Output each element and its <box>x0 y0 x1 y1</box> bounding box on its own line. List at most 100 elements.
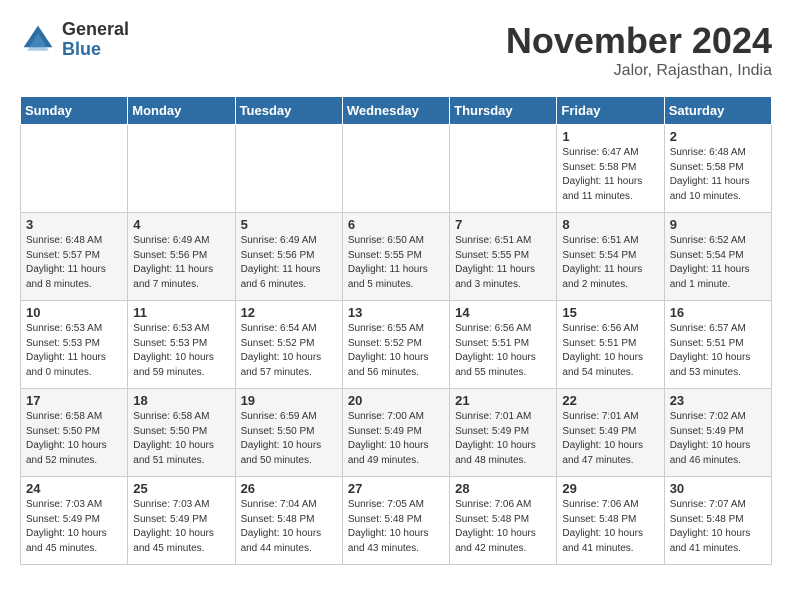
day-number: 18 <box>133 393 229 408</box>
calendar-day <box>342 125 449 213</box>
calendar-day: 8Sunrise: 6:51 AM Sunset: 5:54 PM Daylig… <box>557 213 664 301</box>
day-number: 7 <box>455 217 551 232</box>
day-number: 1 <box>562 129 658 144</box>
day-number: 6 <box>348 217 444 232</box>
calendar-day: 6Sunrise: 6:50 AM Sunset: 5:55 PM Daylig… <box>342 213 449 301</box>
day-info: Sunrise: 7:07 AM Sunset: 5:48 PM Dayligh… <box>670 498 766 556</box>
page-header: General Blue November 2024 Jalor, Rajast… <box>20 20 772 80</box>
day-info: Sunrise: 7:05 AM Sunset: 5:48 PM Dayligh… <box>348 498 444 556</box>
day-number: 20 <box>348 393 444 408</box>
day-number: 12 <box>241 305 337 320</box>
day-number: 29 <box>562 481 658 496</box>
calendar-day <box>21 125 128 213</box>
day-number: 24 <box>26 481 122 496</box>
day-info: Sunrise: 6:58 AM Sunset: 5:50 PM Dayligh… <box>26 410 122 468</box>
calendar-day: 5 Sunrise: 6:49 AM Sunset: 5:56 PM Daylig… <box>235 213 342 301</box>
calendar-day: 1 Sunrise: 6:47 AM Sunset: 5:58 PM Daylig… <box>557 125 664 213</box>
calendar-day: 20 Sunrise: 7:00 AM Sunset: 5:49 PM Dayli… <box>342 389 449 477</box>
calendar-week: 24 Sunrise: 7:03 AM Sunset: 5:49 PM Dayli… <box>21 477 772 565</box>
calendar-day: 29 Sunrise: 7:06 AM Sunset: 5:48 PM Dayli… <box>557 477 664 565</box>
day-info: Sunrise: 7:04 AM Sunset: 5:48 PM Dayligh… <box>241 498 337 556</box>
day-number: 3 <box>26 217 122 232</box>
calendar-week: 17 Sunrise: 6:58 AM Sunset: 5:50 PM Dayli… <box>21 389 772 477</box>
day-number: 17 <box>26 393 122 408</box>
day-info: Sunrise: 6:58 AM Sunset: 5:50 PM Dayligh… <box>133 410 229 468</box>
day-info: Sunrise: 6:52 AM Sunset: 5:54 PM Dayligh… <box>670 234 766 292</box>
calendar-week: 3 Sunrise: 6:48 AM Sunset: 5:57 PM Daylig… <box>21 213 772 301</box>
day-number: 16 <box>670 305 766 320</box>
day-info: Sunrise: 7:06 AM Sunset: 5:48 PM Dayligh… <box>562 498 658 556</box>
day-info: Sunrise: 6:49 AM Sunset: 5:56 PM Dayligh… <box>133 234 229 292</box>
day-info: Sunrise: 6:53 AM Sunset: 5:53 PM Dayligh… <box>133 322 229 380</box>
day-number: 14 <box>455 305 551 320</box>
day-number: 28 <box>455 481 551 496</box>
weekday-header: Friday <box>557 97 664 125</box>
day-info: Sunrise: 7:03 AM Sunset: 5:49 PM Dayligh… <box>26 498 122 556</box>
calendar-day <box>128 125 235 213</box>
calendar-day: 30 Sunrise: 7:07 AM Sunset: 5:48 PM Dayli… <box>664 477 771 565</box>
day-info: Sunrise: 6:54 AM Sunset: 5:52 PM Dayligh… <box>241 322 337 380</box>
day-info: Sunrise: 7:03 AM Sunset: 5:49 PM Dayligh… <box>133 498 229 556</box>
calendar-day: 14 Sunrise: 6:56 AM Sunset: 5:51 PM Dayli… <box>450 301 557 389</box>
calendar-day: 4 Sunrise: 6:49 AM Sunset: 5:56 PM Daylig… <box>128 213 235 301</box>
day-info: Sunrise: 6:48 AM Sunset: 5:57 PM Dayligh… <box>26 234 122 292</box>
day-number: 4 <box>133 217 229 232</box>
header-row: SundayMondayTuesdayWednesdayThursdayFrid… <box>21 97 772 125</box>
day-info: Sunrise: 7:01 AM Sunset: 5:49 PM Dayligh… <box>455 410 551 468</box>
day-number: 25 <box>133 481 229 496</box>
day-info: Sunrise: 6:49 AM Sunset: 5:56 PM Dayligh… <box>241 234 337 292</box>
day-number: 27 <box>348 481 444 496</box>
calendar-day: 11 Sunrise: 6:53 AM Sunset: 5:53 PM Dayli… <box>128 301 235 389</box>
day-info: Sunrise: 6:51 AM Sunset: 5:55 PM Dayligh… <box>455 234 551 292</box>
weekday-header: Tuesday <box>235 97 342 125</box>
day-number: 15 <box>562 305 658 320</box>
calendar-day: 3 Sunrise: 6:48 AM Sunset: 5:57 PM Daylig… <box>21 213 128 301</box>
day-info: Sunrise: 6:57 AM Sunset: 5:51 PM Dayligh… <box>670 322 766 380</box>
day-info: Sunrise: 6:56 AM Sunset: 5:51 PM Dayligh… <box>562 322 658 380</box>
calendar-week: 10 Sunrise: 6:53 AM Sunset: 5:53 PM Dayli… <box>21 301 772 389</box>
day-number: 2 <box>670 129 766 144</box>
calendar-day: 26Sunrise: 7:04 AM Sunset: 5:48 PM Dayli… <box>235 477 342 565</box>
logo-text: General Blue <box>62 20 129 60</box>
day-info: Sunrise: 7:01 AM Sunset: 5:49 PM Dayligh… <box>562 410 658 468</box>
weekday-header: Sunday <box>21 97 128 125</box>
weekday-header: Saturday <box>664 97 771 125</box>
weekday-header: Thursday <box>450 97 557 125</box>
day-number: 11 <box>133 305 229 320</box>
calendar-day: 27 Sunrise: 7:05 AM Sunset: 5:48 PM Dayli… <box>342 477 449 565</box>
day-info: Sunrise: 7:02 AM Sunset: 5:49 PM Dayligh… <box>670 410 766 468</box>
calendar-day: 22 Sunrise: 7:01 AM Sunset: 5:49 PM Dayli… <box>557 389 664 477</box>
calendar-day: 15 Sunrise: 6:56 AM Sunset: 5:51 PM Dayli… <box>557 301 664 389</box>
calendar-day: 24 Sunrise: 7:03 AM Sunset: 5:49 PM Dayli… <box>21 477 128 565</box>
day-number: 21 <box>455 393 551 408</box>
day-info: Sunrise: 6:59 AM Sunset: 5:50 PM Dayligh… <box>241 410 337 468</box>
calendar-day: 28 Sunrise: 7:06 AM Sunset: 5:48 PM Dayli… <box>450 477 557 565</box>
day-number: 30 <box>670 481 766 496</box>
calendar-day: 17 Sunrise: 6:58 AM Sunset: 5:50 PM Dayli… <box>21 389 128 477</box>
calendar-day: 18 Sunrise: 6:58 AM Sunset: 5:50 PM Dayli… <box>128 389 235 477</box>
day-info: Sunrise: 6:55 AM Sunset: 5:52 PM Dayligh… <box>348 322 444 380</box>
weekday-header: Monday <box>128 97 235 125</box>
day-info: Sunrise: 7:06 AM Sunset: 5:48 PM Dayligh… <box>455 498 551 556</box>
day-info: Sunrise: 6:53 AM Sunset: 5:53 PM Dayligh… <box>26 322 122 380</box>
day-number: 13 <box>348 305 444 320</box>
month-title: November 2024 <box>506 20 772 62</box>
calendar-week: 1 Sunrise: 6:47 AM Sunset: 5:58 PM Daylig… <box>21 125 772 213</box>
day-info: Sunrise: 6:47 AM Sunset: 5:58 PM Dayligh… <box>562 146 658 204</box>
logo: General Blue <box>20 20 129 60</box>
day-info: Sunrise: 7:00 AM Sunset: 5:49 PM Dayligh… <box>348 410 444 468</box>
day-number: 19 <box>241 393 337 408</box>
day-number: 10 <box>26 305 122 320</box>
calendar-day: 2Sunrise: 6:48 AM Sunset: 5:58 PM Daylig… <box>664 125 771 213</box>
day-number: 23 <box>670 393 766 408</box>
day-info: Sunrise: 6:51 AM Sunset: 5:54 PM Dayligh… <box>562 234 658 292</box>
calendar-day <box>450 125 557 213</box>
logo-icon <box>20 22 56 58</box>
calendar-day <box>235 125 342 213</box>
day-number: 22 <box>562 393 658 408</box>
day-number: 5 <box>241 217 337 232</box>
calendar-day: 10 Sunrise: 6:53 AM Sunset: 5:53 PM Dayli… <box>21 301 128 389</box>
title-block: November 2024 Jalor, Rajasthan, India <box>506 20 772 80</box>
day-info: Sunrise: 6:56 AM Sunset: 5:51 PM Dayligh… <box>455 322 551 380</box>
calendar-day: 16 Sunrise: 6:57 AM Sunset: 5:51 PM Dayli… <box>664 301 771 389</box>
